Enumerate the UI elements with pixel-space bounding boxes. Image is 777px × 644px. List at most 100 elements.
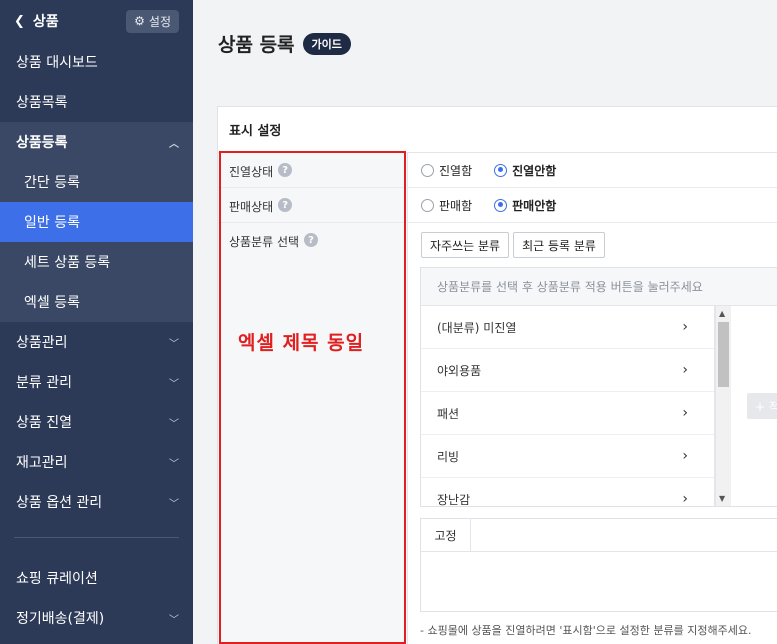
- sidebar-header: ❮ 상품 ⚙ 설정: [0, 0, 193, 42]
- fixed-column-header: 고정: [421, 519, 471, 551]
- sale-status-label: 판매상태 ?: [218, 188, 408, 222]
- chevron-down-icon: ﹀: [169, 614, 179, 626]
- list-item[interactable]: (대분류) 미진열 ›: [421, 306, 714, 349]
- sidebar-item-label: 상품 진열: [16, 415, 72, 431]
- chevron-right-icon: ›: [682, 362, 688, 378]
- sidebar-item-product-register[interactable]: 상품등록 ︿: [0, 122, 193, 162]
- sidebar-item-label: 재고관리: [16, 455, 68, 471]
- radio-label: 진열함: [439, 163, 473, 178]
- sidebar-item-label: 일반 등록: [24, 215, 80, 231]
- sidebar-item-inventory[interactable]: 재고관리 ﹀: [0, 442, 193, 482]
- category-item-label: 패션: [437, 406, 460, 421]
- chevron-down-icon: ﹀: [169, 378, 179, 390]
- guide-badge[interactable]: 가이드: [302, 32, 351, 55]
- radio-circle: [421, 163, 434, 177]
- chevron-right-icon: ›: [682, 405, 688, 421]
- sidebar-item-label: 쇼핑 큐레이션: [16, 571, 98, 587]
- sidebar-item-general-register[interactable]: 일반 등록: [0, 202, 193, 242]
- gear-icon: ⚙: [134, 14, 145, 28]
- category-item-label: 야외용품: [437, 363, 482, 378]
- radio-label: 진열안함: [512, 163, 557, 178]
- chevron-right-icon: ›: [682, 448, 688, 464]
- page-title: 상품 등록: [218, 34, 295, 56]
- sale-status-label-text: 판매상태: [229, 200, 274, 214]
- radio-display-off[interactable]: 진열안함: [494, 162, 556, 179]
- frequent-category-button[interactable]: 자주쓰는 분류: [421, 232, 510, 258]
- sidebar-item-product-display[interactable]: 상품 진열 ﹀: [0, 402, 193, 442]
- chevron-down-icon: ﹀: [169, 498, 179, 510]
- category-label: 상품분류 선택 ?: [218, 223, 408, 644]
- sidebar-item-label: 세트 상품 등록: [24, 255, 111, 271]
- radio-circle-checked: [494, 163, 508, 177]
- sidebar-item-label: 상품 대시보드: [16, 55, 98, 71]
- list-item[interactable]: 야외용품 ›: [421, 349, 714, 392]
- chevron-down-icon: ﹀: [169, 338, 179, 350]
- sidebar-item-subscription[interactable]: 정기배송(결제) ﹀: [0, 598, 193, 638]
- help-icon[interactable]: ?: [278, 163, 293, 177]
- sidebar-item-label: 엑셀 등록: [24, 295, 80, 311]
- category-item-label: 장난감: [437, 492, 471, 507]
- radio-sale-on[interactable]: 판매함: [421, 197, 472, 214]
- sidebar-item-label: 상품목록: [16, 95, 68, 111]
- settings-label: 설정: [148, 14, 171, 29]
- sidebar-item-set-register[interactable]: 세트 상품 등록: [0, 242, 193, 282]
- sidebar-back-button[interactable]: ❮ 상품: [14, 11, 59, 31]
- radio-circle: [421, 198, 434, 212]
- category-item-label: (대분류) 미진열: [437, 320, 517, 335]
- sidebar-item-label: 상품등록: [16, 135, 68, 151]
- chevron-left-icon: ❮: [14, 13, 25, 29]
- scroll-thumb[interactable]: [718, 322, 729, 387]
- sidebar-item-label: 분류 관리: [16, 375, 72, 391]
- sidebar-item-curation[interactable]: 쇼핑 큐레이션: [0, 558, 193, 598]
- list-item[interactable]: 장난감 ›: [421, 478, 714, 506]
- fixed-category-table: 고정: [420, 518, 777, 612]
- sidebar: ❮ 상품 ⚙ 설정 상품 대시보드 상품목록 상품등록 ︿ 간단 등록 일반 등…: [0, 0, 193, 644]
- help-icon[interactable]: ?: [278, 198, 293, 212]
- radio-display-on[interactable]: 진열함: [421, 162, 472, 179]
- sidebar-submenu: 간단 등록 일반 등록 세트 상품 등록 엑셀 등록: [0, 162, 193, 322]
- category-note: - 쇼핑몰에 상품을 진열하려면 '표시함'으로 설정한 분류를 지정해주세요.: [420, 624, 752, 637]
- fixed-table-header: 고정: [421, 519, 777, 552]
- list-item[interactable]: 패션 ›: [421, 392, 714, 435]
- chevron-right-icon: ›: [682, 491, 688, 506]
- scroll-down-icon[interactable]: ▼: [719, 494, 725, 503]
- sidebar-divider: [14, 537, 179, 538]
- display-status-field: 진열함 진열안함: [421, 153, 556, 187]
- section-title: 표시 설정: [218, 107, 777, 153]
- display-status-label-text: 진열상태: [229, 165, 274, 179]
- chevron-down-icon: ﹀: [169, 458, 179, 470]
- sidebar-item-product-list[interactable]: 상품목록: [0, 82, 193, 122]
- sidebar-item-dashboard[interactable]: 상품 대시보드: [0, 42, 193, 82]
- settings-button[interactable]: ⚙ 설정: [126, 9, 179, 33]
- category-selector: 상품분류를 선택 후 상품분류 적용 버튼을 눌러주세요 (대분류) 미진열 › …: [420, 267, 777, 507]
- display-status-label: 진열상태 ?: [218, 153, 408, 187]
- category-hint: 상품분류를 선택 후 상품분류 적용 버튼을 눌러주세요: [421, 268, 777, 306]
- recent-category-button[interactable]: 최근 등록 분류: [513, 232, 605, 258]
- radio-label: 판매함: [439, 198, 473, 213]
- sidebar-item-simple-register[interactable]: 간단 등록: [0, 162, 193, 202]
- category-scrollbar[interactable]: ▲ ▼: [715, 306, 731, 506]
- display-status-row: 진열상태 ? 진열함 진열안함: [218, 153, 777, 188]
- radio-circle-checked: [494, 198, 508, 212]
- sale-status-row: 판매상태 ? 판매함 판매안함: [218, 188, 777, 223]
- category-item-label: 리빙: [437, 449, 460, 464]
- sidebar-item-label: 정기배송(결제): [16, 611, 105, 627]
- scroll-up-icon[interactable]: ▲: [719, 309, 725, 318]
- page-header: 상품 등록 가이드: [218, 30, 351, 57]
- chevron-right-icon: ›: [682, 319, 688, 335]
- main-content: 상품 등록 가이드 표시 설정 진열상태 ? 진열함 진열안함 판매상태 ? 판…: [193, 0, 777, 644]
- radio-label: 판매안함: [512, 198, 557, 213]
- sidebar-item-product-manage[interactable]: 상품관리 ﹀: [0, 322, 193, 362]
- annotation-text: 엑셀 제목 동일: [238, 332, 365, 354]
- radio-sale-off[interactable]: 판매안함: [494, 197, 556, 214]
- apply-category-button[interactable]: + 적: [747, 393, 777, 419]
- category-list: (대분류) 미진열 › 야외용품 › 패션 › 리빙 › 장난감 ›: [421, 306, 715, 506]
- sidebar-item-label: 상품 옵션 관리: [16, 495, 103, 511]
- sidebar-back-label: 상품: [32, 14, 59, 30]
- list-item[interactable]: 리빙 ›: [421, 435, 714, 478]
- help-icon[interactable]: ?: [304, 233, 319, 247]
- sidebar-item-category-manage[interactable]: 분류 관리 ﹀: [0, 362, 193, 402]
- sidebar-item-excel-register[interactable]: 엑셀 등록: [0, 282, 193, 322]
- sidebar-item-option-manage[interactable]: 상품 옵션 관리 ﹀: [0, 482, 193, 522]
- sale-status-field: 판매함 판매안함: [421, 188, 556, 222]
